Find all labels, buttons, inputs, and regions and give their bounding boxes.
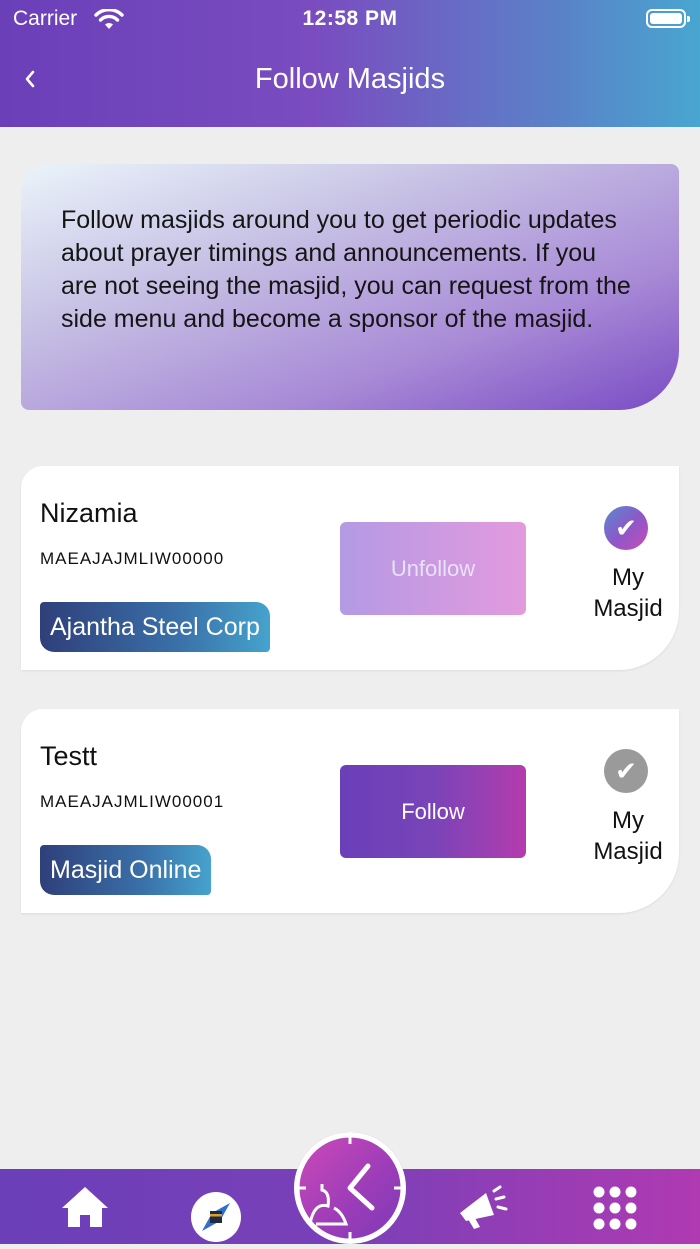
qibla-compass-icon[interactable] xyxy=(190,1191,242,1248)
masjid-name: Testt xyxy=(40,741,98,771)
grid-menu-icon[interactable] xyxy=(592,1185,638,1236)
home-icon[interactable] xyxy=(60,1185,110,1234)
masjid-code: MAEAJAJMLIW00000 xyxy=(40,549,225,568)
prayer-clock-icon[interactable] xyxy=(294,1132,406,1244)
info-card: Follow masjids around you to get periodi… xyxy=(21,164,679,410)
status-time: 12:58 PM xyxy=(302,7,398,30)
masjid-code: MAEAJAJMLIW00001 xyxy=(40,792,225,811)
page-title: Follow Masjids xyxy=(254,63,446,95)
unfollow-button[interactable]: Unfollow xyxy=(340,522,526,615)
status-bar: Carrier 12:58 PM xyxy=(0,0,700,40)
my-masjid-label: My Masjid xyxy=(593,564,663,622)
masjid-name: Nizamia xyxy=(40,498,138,528)
masjid-card: Nizamia MAEAJAJMLIW00000 Ajantha Steel C… xyxy=(21,466,679,670)
my-masjid-check-icon[interactable]: ✔ xyxy=(604,506,648,550)
my-masjid-label: My Masjid xyxy=(593,807,663,865)
my-masjid-check-icon[interactable]: ✔ xyxy=(604,749,648,793)
header: Carrier 12:58 PM Follow Masjids xyxy=(0,0,700,127)
follow-button[interactable]: Follow xyxy=(340,765,526,858)
sponsor-badge: Ajantha Steel Corp xyxy=(40,602,270,652)
announcement-icon[interactable] xyxy=(456,1185,508,1234)
sponsor-badge: Masjid Online xyxy=(40,845,212,895)
battery-icon xyxy=(646,9,690,28)
masjid-card: Testt MAEAJAJMLIW00001 Masjid Online Fol… xyxy=(21,709,679,913)
